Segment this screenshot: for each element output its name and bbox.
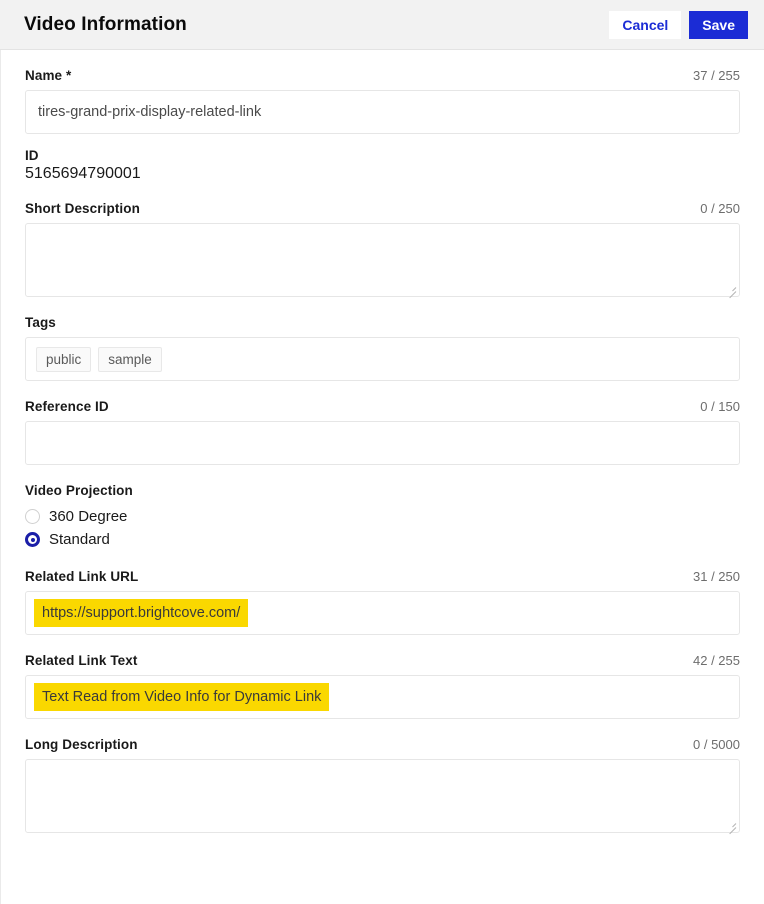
field-video-projection: Video Projection 360 Degree Standard: [25, 465, 740, 551]
tag-chip[interactable]: sample: [98, 347, 162, 372]
tag-chip[interactable]: public: [36, 347, 91, 372]
related-link-url-input[interactable]: https://support.brightcove.com/: [25, 591, 740, 635]
name-input[interactable]: tires-grand-prix-display-related-link: [25, 90, 740, 134]
resize-handle-icon[interactable]: [725, 819, 737, 831]
video-projection-radio-group: 360 Degree Standard: [25, 505, 740, 551]
field-related-link-text-counter: 42 / 255: [693, 653, 740, 668]
field-short-description-counter: 0 / 250: [700, 201, 740, 216]
field-reference-id-label: Reference ID: [25, 399, 109, 414]
related-link-text-value-highlighted: Text Read from Video Info for Dynamic Li…: [34, 683, 329, 711]
field-long-description-label: Long Description: [25, 737, 138, 752]
radio-option-360-degree[interactable]: 360 Degree: [25, 505, 740, 528]
name-input-value: tires-grand-prix-display-related-link: [38, 104, 261, 120]
related-link-text-input[interactable]: Text Read from Video Info for Dynamic Li…: [25, 675, 740, 719]
field-long-description-head: Long Description 0 / 5000: [25, 737, 740, 752]
related-link-url-value-highlighted: https://support.brightcove.com/: [34, 599, 248, 627]
field-reference-id-head: Reference ID 0 / 150: [25, 399, 740, 414]
field-video-projection-head: Video Projection: [25, 483, 740, 498]
field-tags-head: Tags: [25, 315, 740, 330]
radio-checked-icon[interactable]: [25, 532, 40, 547]
field-related-link-text: Related Link Text 42 / 255 Text Read fro…: [25, 635, 740, 719]
field-long-description: Long Description 0 / 5000: [25, 719, 740, 833]
field-name-label: Name *: [25, 68, 71, 83]
field-related-link-url-counter: 31 / 250: [693, 569, 740, 584]
short-description-textarea[interactable]: [25, 223, 740, 297]
field-video-projection-label: Video Projection: [25, 483, 133, 498]
field-short-description: Short Description 0 / 250: [25, 183, 740, 297]
field-short-description-head: Short Description 0 / 250: [25, 201, 740, 216]
field-related-link-text-head: Related Link Text 42 / 255: [25, 653, 740, 668]
field-related-link-url-label: Related Link URL: [25, 569, 138, 584]
page-title: Video Information: [24, 14, 187, 36]
cancel-button[interactable]: Cancel: [609, 11, 681, 39]
field-related-link-url: Related Link URL 31 / 250 https://suppor…: [25, 551, 740, 635]
long-description-textarea[interactable]: [25, 759, 740, 833]
field-related-link-text-label: Related Link Text: [25, 653, 137, 668]
field-id-value: 5165694790001: [25, 165, 740, 183]
radio-unchecked-icon[interactable]: [25, 509, 40, 524]
field-reference-id: Reference ID 0 / 150: [25, 381, 740, 465]
field-short-description-label: Short Description: [25, 201, 140, 216]
tags-input[interactable]: public sample: [25, 337, 740, 381]
field-related-link-url-head: Related Link URL 31 / 250: [25, 569, 740, 584]
radio-option-standard-label: Standard: [49, 531, 110, 548]
field-id: ID 5165694790001: [25, 134, 740, 183]
field-reference-id-counter: 0 / 150: [700, 399, 740, 414]
radio-option-standard[interactable]: Standard: [25, 528, 740, 551]
reference-id-input[interactable]: [25, 421, 740, 465]
field-name: Name * 37 / 255 tires-grand-prix-display…: [25, 50, 740, 134]
field-long-description-counter: 0 / 5000: [693, 737, 740, 752]
field-tags: Tags public sample: [25, 297, 740, 381]
field-name-head: Name * 37 / 255: [25, 68, 740, 83]
dialog-header: Video Information Cancel Save: [0, 0, 764, 50]
field-tags-label: Tags: [25, 315, 56, 330]
header-actions: Cancel Save: [609, 11, 748, 39]
resize-handle-icon[interactable]: [725, 283, 737, 295]
field-name-counter: 37 / 255: [693, 68, 740, 83]
save-button[interactable]: Save: [689, 11, 748, 39]
field-id-label: ID: [25, 148, 740, 163]
radio-option-360-degree-label: 360 Degree: [49, 508, 127, 525]
video-information-form: Name * 37 / 255 tires-grand-prix-display…: [0, 50, 764, 904]
